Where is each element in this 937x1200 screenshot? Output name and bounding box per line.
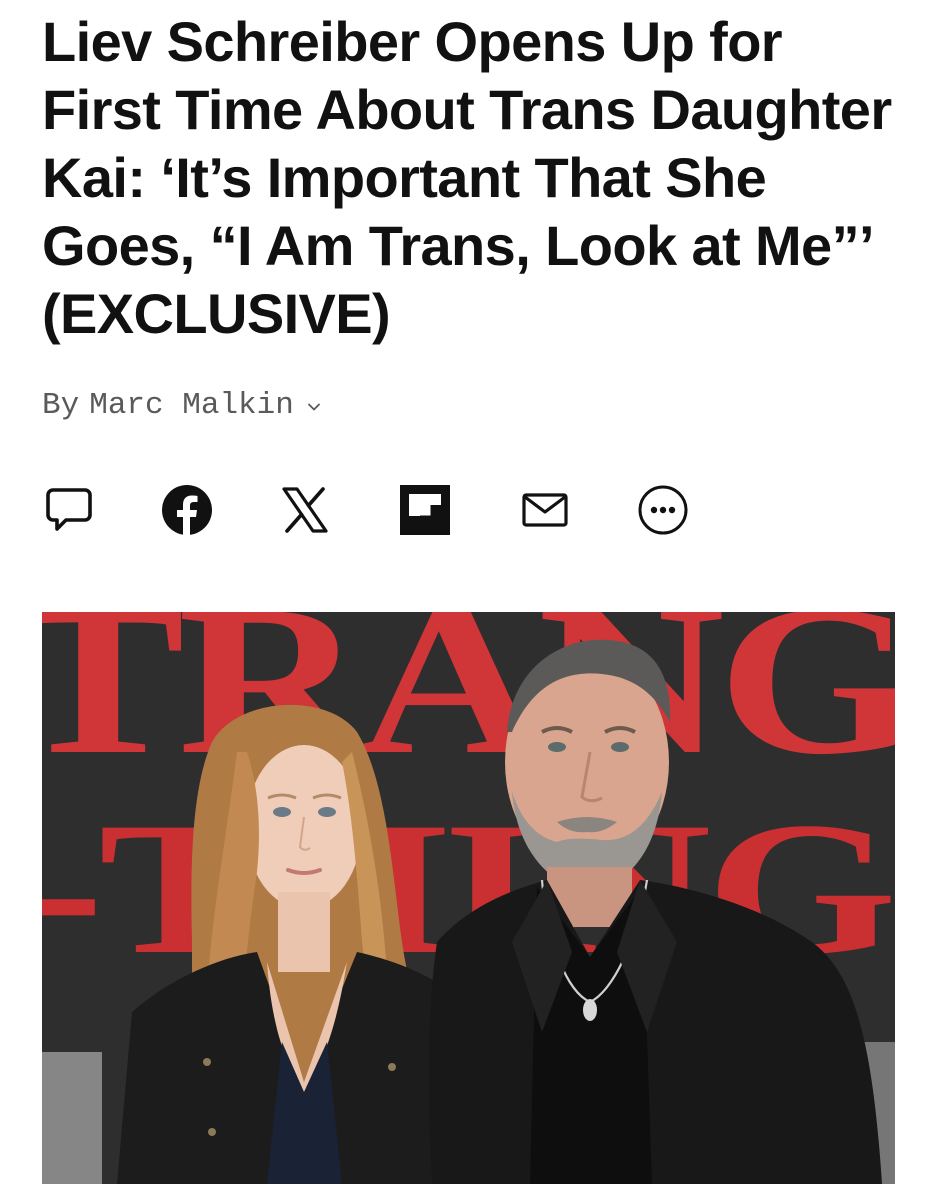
chevron-down-icon — [307, 403, 320, 410]
hero-photo-illustration: TRANG -THING — [42, 612, 895, 1184]
email-share-button[interactable] — [518, 484, 572, 536]
x-icon — [282, 487, 328, 533]
comment-button[interactable] — [42, 484, 96, 536]
comment-icon — [46, 488, 92, 531]
facebook-icon — [162, 485, 212, 535]
byline-author[interactable]: Marc Malkin — [89, 388, 294, 423]
byline[interactable]: By Marc Malkin — [42, 388, 322, 423]
flipboard-icon — [400, 485, 450, 535]
x-share-button[interactable] — [278, 484, 332, 536]
email-icon — [522, 493, 568, 527]
more-share-options-button[interactable] — [636, 484, 690, 536]
flipboard-share-button[interactable] — [398, 484, 452, 536]
article-headline: Liev Schreiber Opens Up for First Time A… — [42, 10, 892, 345]
more-icon — [638, 485, 688, 535]
share-bar — [42, 484, 722, 536]
facebook-share-button[interactable] — [160, 484, 214, 536]
byline-prefix: By — [42, 388, 80, 423]
hero-image[interactable]: TRANG -THING — [42, 612, 895, 1184]
